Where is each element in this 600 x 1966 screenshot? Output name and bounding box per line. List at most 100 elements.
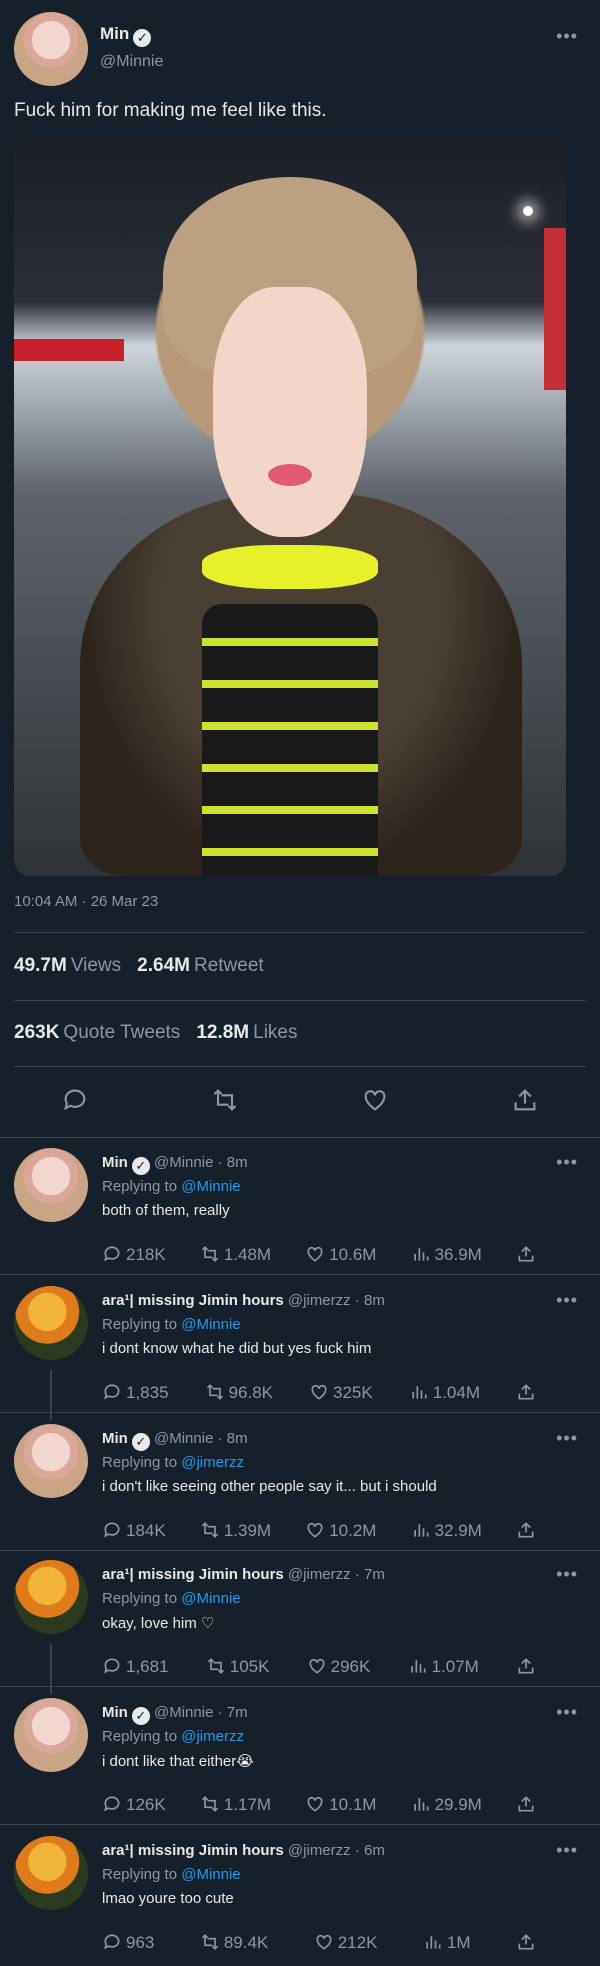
reply-tweet[interactable]: Min ✓ @Minnie · 8m Replying to @jimerzz i… (0, 1416, 600, 1554)
heart-icon[interactable] (355, 1086, 395, 1121)
reply-retweet-button[interactable]: 1.48M (200, 1244, 271, 1265)
quotes-label[interactable]: Quote Tweets (63, 1022, 180, 1043)
reply-avatar[interactable] (14, 1148, 88, 1222)
views-count[interactable]: 49.7M (14, 955, 67, 976)
reply-like-button[interactable]: 10.6M (305, 1244, 376, 1265)
reply-share-button[interactable] (516, 1244, 540, 1265)
reply-author-name[interactable]: ara¹| missing Jimin hours (102, 1842, 284, 1859)
reply-tweet[interactable]: ara¹| missing Jimin hours @jimerzz · 8m … (0, 1278, 600, 1420)
replying-prefix: Replying to (102, 1454, 178, 1471)
replying-to-handle[interactable]: @Minnie (181, 1178, 240, 1195)
reply-time[interactable]: 8m (227, 1154, 248, 1171)
like-count: 10.6M (329, 1245, 377, 1264)
tweet-timestamp[interactable]: 10:04 AM · 26 Mar 23 (14, 893, 158, 910)
reply-time[interactable]: 6m (364, 1842, 385, 1859)
reply-avatar[interactable] (14, 1286, 88, 1360)
reply-author-name[interactable]: Min (102, 1430, 128, 1447)
reply-author-name[interactable]: ara¹| missing Jimin hours (102, 1566, 284, 1583)
replying-to-handle[interactable]: @jimerzz (181, 1728, 244, 1745)
likes-count[interactable]: 12.8M (196, 1022, 249, 1043)
quotes-count[interactable]: 263K (14, 1022, 59, 1043)
reply-like-button[interactable]: 10.2M (305, 1520, 376, 1541)
reply-tweet[interactable]: Min ✓ @Minnie · 8m Replying to @Minnie bo… (0, 1140, 600, 1278)
author-avatar[interactable] (14, 12, 88, 86)
share-icon (516, 1932, 536, 1952)
reply-reply-button[interactable]: 963 (102, 1932, 154, 1953)
reply-text: okay, love him ♡ (102, 1615, 215, 1632)
reply-author-handle[interactable]: @jimerzz (288, 1292, 351, 1309)
reply-views-button[interactable]: 1M (423, 1932, 471, 1953)
reply-retweet-button[interactable]: 105K (206, 1656, 269, 1677)
replying-to-handle[interactable]: @Minnie (181, 1866, 240, 1883)
author-name[interactable]: Min ✓ (100, 24, 152, 47)
reply-reply-button[interactable]: 1,835 (102, 1382, 169, 1403)
reply-time[interactable]: 7m (364, 1566, 385, 1583)
replying-to-handle[interactable]: @Minnie (181, 1590, 240, 1607)
retweets-label[interactable]: Retweet (194, 955, 264, 976)
retweet-icon (200, 1794, 220, 1814)
reply-views-button[interactable]: 29.9M (411, 1794, 482, 1815)
more-options-icon[interactable]: ••• (556, 1702, 578, 1723)
retweets-count[interactable]: 2.64M (137, 955, 190, 976)
more-options-icon[interactable]: ••• (556, 1152, 578, 1173)
reply-retweet-button[interactable]: 1.39M (200, 1520, 271, 1541)
reply-author-handle[interactable]: @jimerzz (288, 1842, 351, 1859)
replying-to-handle[interactable]: @jimerzz (181, 1454, 244, 1471)
reply-count: 1,835 (126, 1383, 169, 1402)
author-handle[interactable]: @Minnie (100, 53, 163, 71)
reply-like-button[interactable]: 10.1M (305, 1794, 376, 1815)
reply-retweet-button[interactable]: 1.17M (200, 1794, 271, 1815)
reply-reply-button[interactable]: 218K (102, 1244, 166, 1265)
reply-views-button[interactable]: 1.04M (409, 1382, 480, 1403)
reply-tweet[interactable]: ara¹| missing Jimin hours @jimerzz · 7m … (0, 1552, 600, 1694)
reply-avatar[interactable] (14, 1698, 88, 1772)
reply-like-button[interactable]: 212K (314, 1932, 377, 1953)
reply-reply-button[interactable]: 126K (102, 1794, 166, 1815)
views-icon (411, 1520, 431, 1540)
more-options-icon[interactable]: ••• (556, 1290, 578, 1311)
reply-time[interactable]: 8m (364, 1292, 385, 1309)
author-name-text[interactable]: Min (100, 24, 129, 43)
share-icon[interactable] (505, 1086, 545, 1121)
reply-share-button[interactable] (516, 1382, 540, 1403)
more-options-icon[interactable]: ••• (556, 1428, 578, 1449)
reply-icon (102, 1244, 122, 1264)
reply-avatar[interactable] (14, 1836, 88, 1910)
reply-time[interactable]: 8m (227, 1430, 248, 1447)
views-label[interactable]: Views (71, 955, 121, 976)
reply-time[interactable]: 7m (227, 1704, 248, 1721)
reply-like-button[interactable]: 325K (309, 1382, 373, 1403)
reply-views-button[interactable]: 36.9M (411, 1244, 482, 1265)
retweet-icon[interactable] (205, 1086, 245, 1121)
tweet-photo[interactable] (14, 140, 566, 876)
replying-to-handle[interactable]: @Minnie (181, 1316, 240, 1333)
more-options-icon[interactable]: ••• (556, 1840, 578, 1861)
reply-retweet-button[interactable]: 89.4K (200, 1932, 268, 1953)
reply-author-handle[interactable]: @jimerzz (288, 1566, 351, 1583)
reply-author-handle[interactable]: @Minnie (154, 1430, 213, 1447)
more-options-icon[interactable]: ••• (556, 26, 578, 47)
reply-share-button[interactable] (516, 1932, 540, 1953)
reply-tweet[interactable]: Min ✓ @Minnie · 7m Replying to @jimerzz i… (0, 1690, 600, 1828)
more-options-icon[interactable]: ••• (556, 1564, 578, 1585)
reply-author-handle[interactable]: @Minnie (154, 1154, 213, 1171)
reply-author-name[interactable]: Min (102, 1154, 128, 1171)
reply-share-button[interactable] (516, 1794, 540, 1815)
reply-retweet-button[interactable]: 96.8K (205, 1382, 273, 1403)
reply-author-name[interactable]: Min (102, 1704, 128, 1721)
reply-reply-button[interactable]: 184K (102, 1520, 166, 1541)
reply-share-button[interactable] (516, 1520, 540, 1541)
reply-avatar[interactable] (14, 1560, 88, 1634)
reply-avatar[interactable] (14, 1424, 88, 1498)
likes-label[interactable]: Likes (253, 1022, 297, 1043)
reply-share-button[interactable] (516, 1656, 540, 1677)
reply-author-name[interactable]: ara¹| missing Jimin hours (102, 1292, 284, 1309)
reply-icon[interactable] (55, 1086, 95, 1121)
reply-tweet[interactable]: ara¹| missing Jimin hours @jimerzz · 6m … (0, 1828, 600, 1966)
divider (14, 1066, 586, 1067)
reply-author-handle[interactable]: @Minnie (154, 1704, 213, 1721)
reply-like-button[interactable]: 296K (307, 1656, 370, 1677)
reply-reply-button[interactable]: 1,681 (102, 1656, 169, 1677)
reply-views-button[interactable]: 1.07M (408, 1656, 479, 1677)
reply-views-button[interactable]: 32.9M (411, 1520, 482, 1541)
